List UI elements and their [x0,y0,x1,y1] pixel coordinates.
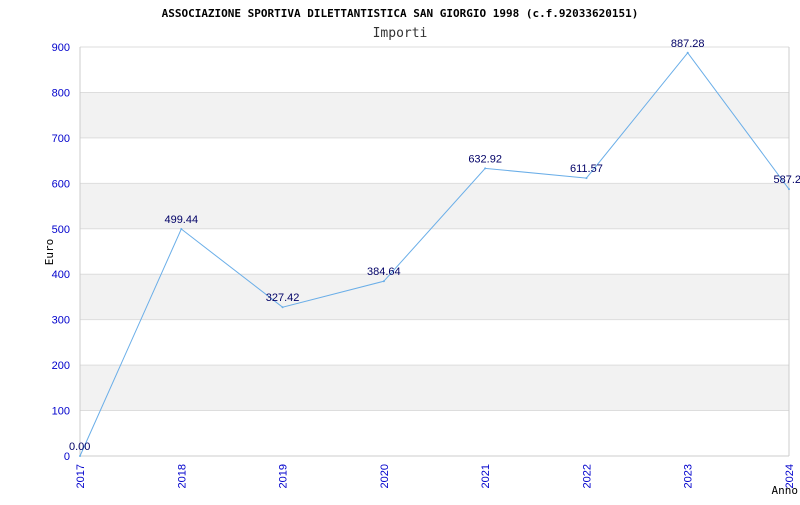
chart-subtitle: Importi [373,26,428,41]
y-tick-label: 800 [52,87,70,99]
x-tick-label: 2018 [176,464,188,488]
data-label: 611.57 [570,163,603,175]
data-point [686,51,689,54]
x-axis-label: Anno [772,484,799,497]
x-tick-label: 2021 [480,464,492,488]
y-axis-label: Euro [43,239,56,266]
y-tick-label: 200 [52,360,70,372]
x-tick-label: 2022 [581,464,593,488]
x-tick-label: 2020 [379,464,391,488]
y-tick-label: 400 [52,269,70,281]
grid-bands [80,92,789,411]
y-tick-label: 600 [52,178,70,190]
data-point [484,167,487,170]
y-tick-label: 100 [52,406,70,418]
x-tick-label: 2019 [278,464,290,488]
grid-band [80,92,789,138]
data-point [180,228,183,231]
y-tick-label: 700 [52,133,70,145]
x-tick-label: 2023 [683,464,695,488]
y-tick-label: 500 [52,224,70,236]
data-label: 587.2 [773,174,800,186]
chart: ASSOCIAZIONE SPORTIVA DILETTANTISTICA SA… [0,0,800,500]
y-tick-label: 900 [52,42,70,54]
data-point [281,306,284,309]
grid-band [80,365,789,411]
x-tick-label: 2017 [75,464,87,488]
chart-title: ASSOCIAZIONE SPORTIVA DILETTANTISTICA SA… [162,7,639,20]
y-tick-label: 300 [52,315,70,327]
grid-band [80,274,789,320]
data-point [788,188,790,191]
data-point [382,280,385,283]
data-point [79,455,81,457]
x-axis-ticks: 2017 2018 2019 2020 2021 2022 2023 2024 [75,464,796,488]
data-label: 0.00 [69,441,90,453]
data-label: 887.28 [671,38,705,50]
data-label: 632.92 [468,153,502,165]
data-label: 384.64 [367,266,401,278]
line-chart: ASSOCIAZIONE SPORTIVA DILETTANTISTICA SA… [43,7,800,497]
data-label: 499.44 [164,214,198,226]
data-point [585,177,588,180]
data-label: 327.42 [266,292,300,304]
